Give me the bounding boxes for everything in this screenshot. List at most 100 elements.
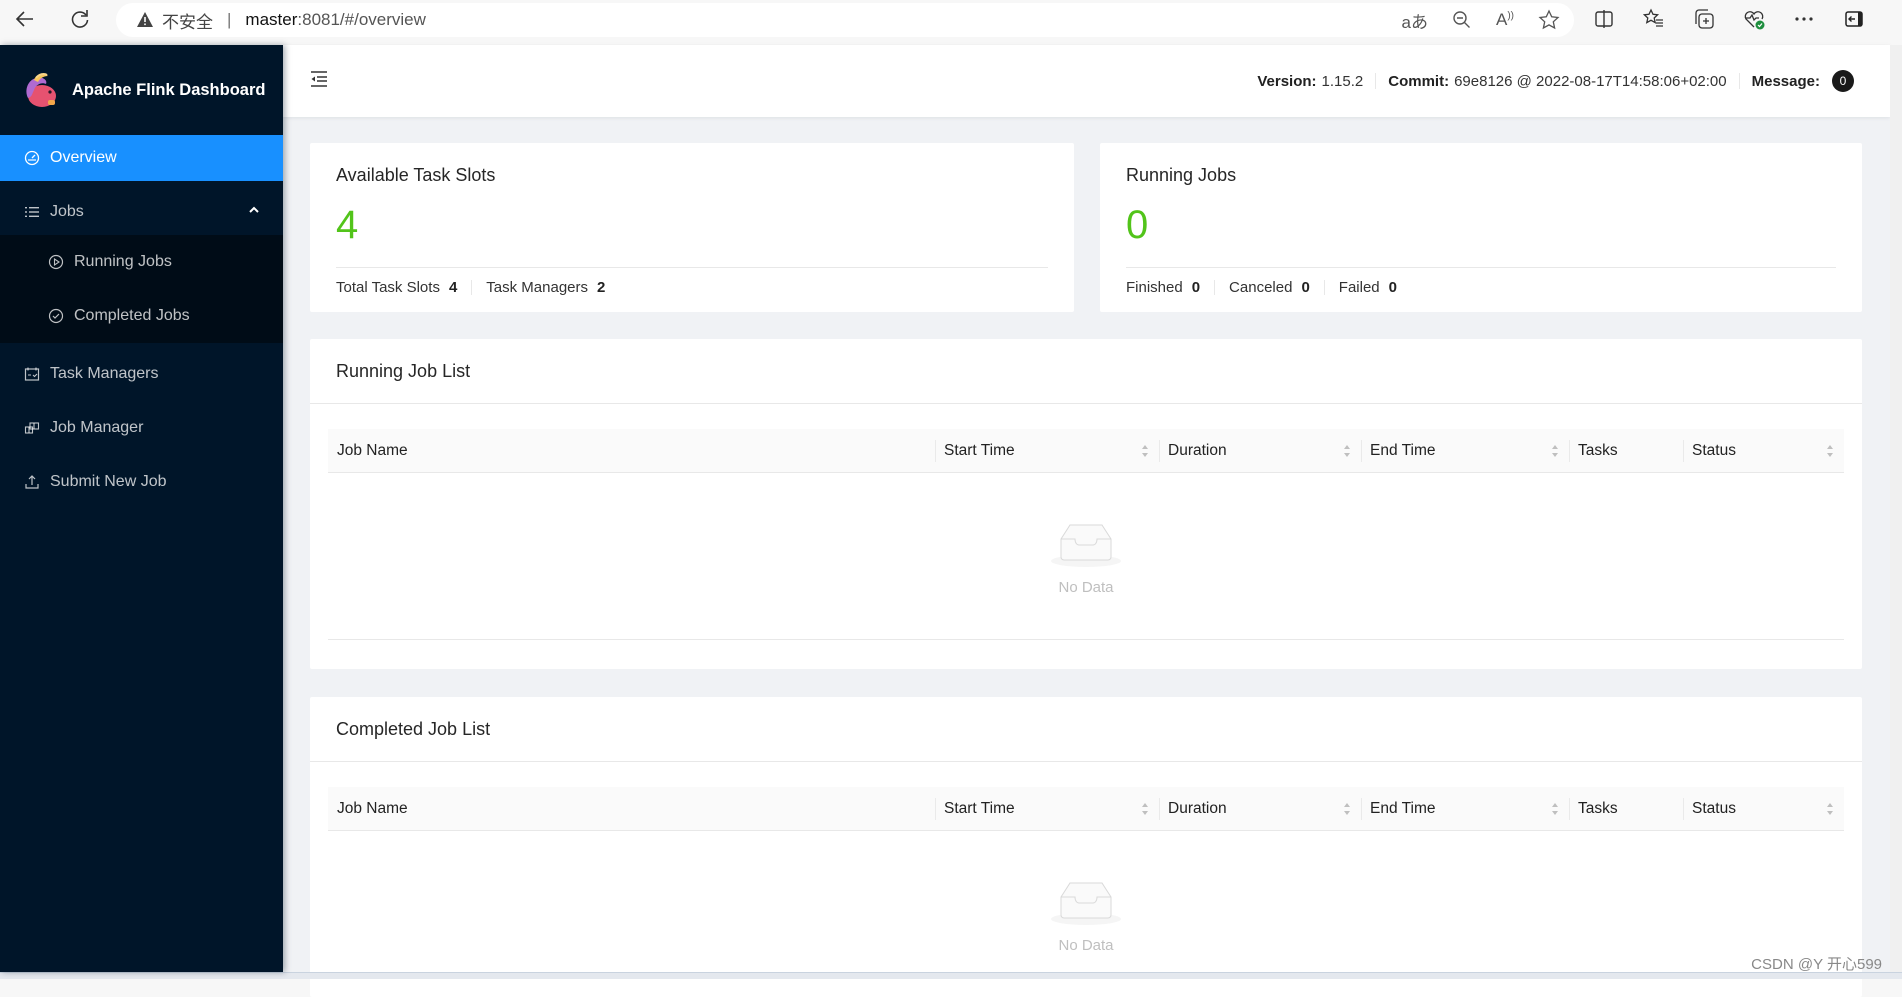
flink-app: Apache Flink Dashboard Overview Jobs Run…: [0, 45, 1890, 972]
sort-icon[interactable]: [1343, 801, 1351, 817]
browser-essentials-icon[interactable]: [1742, 7, 1766, 31]
play-circle-icon: [48, 254, 64, 270]
column-label: Job Name: [337, 800, 408, 818]
sidebar: Apache Flink Dashboard Overview Jobs Run…: [0, 45, 283, 972]
column-label: End Time: [1370, 442, 1435, 460]
running-job-list-card: Running Job List Job Name Start Time Dur…: [310, 339, 1862, 669]
favorites-list-icon[interactable]: [1642, 7, 1666, 31]
watermark: CSDN @Y 开心599: [1751, 953, 1882, 974]
version-value: 1.15.2: [1322, 73, 1364, 90]
favorite-star-icon[interactable]: [1538, 9, 1560, 31]
column-label: Duration: [1168, 442, 1227, 460]
header-divider: [1739, 73, 1740, 89]
sidebar-toggle-icon[interactable]: [1842, 7, 1866, 31]
check-circle-icon: [48, 308, 64, 324]
sidebar-item-label: Running Jobs: [74, 253, 172, 271]
address-bar[interactable]: 不安全 | master:8081/#/overview aあ A)): [116, 3, 1574, 37]
chevron-up-icon[interactable]: [247, 203, 261, 217]
sort-icon[interactable]: [1826, 443, 1834, 459]
message-label[interactable]: Message:: [1752, 73, 1820, 90]
address-divider: |: [227, 10, 231, 30]
build-icon: [24, 420, 40, 436]
collections-icon[interactable]: [1692, 7, 1716, 31]
logo[interactable]: Apache Flink Dashboard: [0, 45, 283, 135]
sort-icon[interactable]: [1551, 443, 1559, 459]
column-end-time[interactable]: End Time: [1361, 787, 1569, 831]
zoom-out-icon[interactable]: [1452, 10, 1472, 30]
sidebar-item-job-manager[interactable]: Job Manager: [0, 405, 283, 451]
column-label: End Time: [1370, 800, 1435, 818]
sidebar-item-label: Jobs: [50, 203, 84, 221]
sidebar-item-completed-jobs[interactable]: Completed Jobs: [0, 289, 283, 343]
empty-inbox-icon: [1051, 519, 1121, 569]
sidebar-item-running-jobs[interactable]: Running Jobs: [0, 235, 283, 289]
sort-icon[interactable]: [1551, 801, 1559, 817]
version-label: Version:: [1257, 73, 1316, 90]
table-header: Job Name Start Time Duration End Time Ta…: [328, 429, 1844, 473]
split-screen-icon[interactable]: [1592, 7, 1616, 31]
browser-toolbar: 不安全 | master:8081/#/overview aあ A)): [0, 0, 1902, 38]
sidebar-item-label: Completed Jobs: [74, 307, 190, 325]
sidebar-item-jobs[interactable]: Jobs: [0, 189, 283, 235]
column-job-name[interactable]: Job Name: [328, 429, 935, 473]
empty-inbox-icon: [1051, 877, 1121, 927]
column-duration[interactable]: Duration: [1159, 787, 1361, 831]
sidebar-item-label: Task Managers: [50, 365, 159, 383]
commit-label: Commit:: [1388, 73, 1449, 90]
window-bottom-edge: [0, 972, 1902, 979]
sidebar-item-submit-new-job[interactable]: Submit New Job: [0, 459, 283, 505]
column-start-time[interactable]: Start Time: [935, 787, 1159, 831]
failed-label: Failed: [1339, 279, 1380, 296]
sidebar-item-label: Job Manager: [50, 419, 143, 437]
app-title: Apache Flink Dashboard: [72, 81, 265, 100]
read-aloud-icon[interactable]: A)): [1496, 10, 1514, 30]
available-task-slots-card: Available Task Slots 4 Total Task Slots …: [310, 143, 1074, 312]
back-button[interactable]: [10, 4, 40, 34]
canceled-label: Canceled: [1229, 279, 1292, 296]
column-status[interactable]: Status: [1683, 787, 1844, 831]
card-title: Completed Job List: [336, 719, 490, 740]
running-jobs-value: 0: [1126, 203, 1148, 248]
finished-value: 0: [1192, 279, 1200, 296]
flink-squirrel-logo-icon: [20, 70, 60, 110]
card-title: Available Task Slots: [336, 165, 495, 186]
card-divider: [1126, 267, 1836, 268]
security-label[interactable]: 不安全: [162, 8, 213, 33]
column-start-time[interactable]: Start Time: [935, 429, 1159, 473]
card-footer: Finished 0 Canceled 0 Failed 0: [1126, 279, 1397, 296]
available-slots-value: 4: [336, 203, 358, 248]
column-status[interactable]: Status: [1683, 429, 1844, 473]
card-divider: [310, 403, 1862, 404]
card-divider: [310, 761, 1862, 762]
footer-divider: [1324, 280, 1325, 295]
column-end-time[interactable]: End Time: [1361, 429, 1569, 473]
column-duration[interactable]: Duration: [1159, 429, 1361, 473]
url-host: master: [245, 10, 297, 30]
menu-fold-icon[interactable]: [309, 69, 329, 89]
canceled-value: 0: [1301, 279, 1309, 296]
sort-icon[interactable]: [1141, 801, 1149, 817]
page-scrollbar[interactable]: [1890, 45, 1902, 972]
sidebar-item-overview[interactable]: Overview: [0, 135, 283, 181]
translate-icon[interactable]: aあ: [1402, 8, 1428, 33]
sort-icon[interactable]: [1826, 801, 1834, 817]
back-arrow-icon: [14, 8, 36, 30]
empty-text: No Data: [1058, 579, 1113, 596]
sort-icon[interactable]: [1141, 443, 1149, 459]
message-count-badge[interactable]: 0: [1832, 70, 1854, 92]
refresh-button[interactable]: [65, 4, 95, 34]
footer-divider: [471, 280, 472, 295]
sort-icon[interactable]: [1343, 443, 1351, 459]
finished-label: Finished: [1126, 279, 1183, 296]
jobs-submenu: Running Jobs Completed Jobs: [0, 235, 283, 343]
sidebar-item-task-managers[interactable]: Task Managers: [0, 351, 283, 397]
more-icon[interactable]: [1792, 7, 1816, 31]
table-header: Job Name Start Time Duration End Time Ta…: [328, 787, 1844, 831]
total-task-slots-value: 4: [449, 279, 457, 296]
failed-value: 0: [1389, 279, 1397, 296]
warning-icon: [136, 11, 154, 29]
column-job-name[interactable]: Job Name: [328, 787, 935, 831]
schedule-icon: [24, 366, 40, 382]
footer-divider: [1214, 280, 1215, 295]
card-title: Running Job List: [336, 361, 470, 382]
